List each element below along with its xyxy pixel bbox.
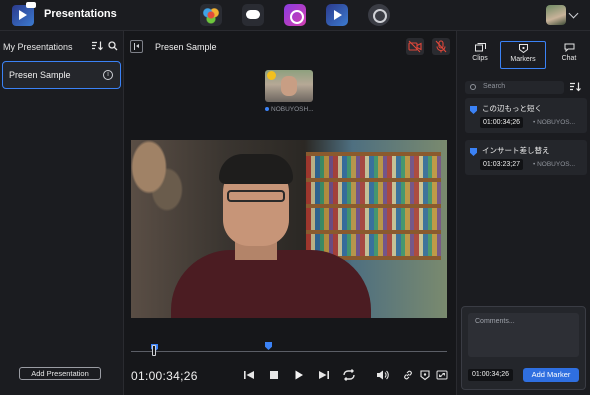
presentations-icon[interactable] [326,4,348,26]
comment-input[interactable]: Comments... [468,313,579,357]
link-icon[interactable] [402,369,414,381]
search-icon [470,84,476,90]
marker-item[interactable]: インサート差し替え 01:03:23;27 • NOBUYOS... [465,140,587,175]
marker-timecode[interactable]: 01:00:34;26 [480,117,523,128]
sidebar-item-presen-sample[interactable]: Presen Sample i [2,61,121,89]
playhead-handle[interactable] [152,345,156,356]
camera-off-icon [408,40,422,53]
right-panel: Clips Markers Chat Search この辺もっと短く 01:00… [456,31,590,395]
markers-icon [518,44,528,53]
add-presentation-button[interactable]: Add Presentation [19,367,101,380]
collapse-sidebar-icon[interactable] [130,40,143,53]
top-bar: Presentations [0,0,590,31]
loop-button[interactable] [342,368,356,382]
fullscreen-icon[interactable] [436,369,448,381]
comment-placeholder: Comments... [475,318,515,325]
tab-markers[interactable]: Markers [500,41,546,69]
mic-off-button[interactable] [432,38,450,55]
viewer-tools [402,369,448,381]
skip-forward-button[interactable] [317,368,331,382]
marker-title: インサート差し替え [482,146,550,155]
marker-icon [470,148,477,156]
chat-icon [564,43,574,52]
presentation-title: Presen Sample [155,42,217,52]
marker-title: この辺もっと短く [482,104,542,113]
info-icon[interactable]: i [103,70,113,80]
marker-item[interactable]: この辺もっと短く 01:00:34;26 • NOBUYOS... [465,98,587,133]
user-avatar[interactable] [546,5,566,25]
clips-icon [474,43,486,52]
app-switcher [200,4,390,26]
tab-markers-label: Markers [510,56,536,63]
skip-back-icon [244,371,254,379]
play-button[interactable] [292,368,306,382]
tab-clips[interactable]: Clips [457,41,503,69]
sidebar-item-label: Presen Sample [9,70,71,80]
marker-icon [470,106,477,114]
timeline-scrubber[interactable] [131,351,447,352]
video-player[interactable] [131,140,447,318]
play-icon [295,370,303,380]
search-placeholder: Search [483,83,506,90]
reaction-emoji-icon [267,71,276,80]
marker-author: • NOBUYOS... [533,119,576,126]
clock-icon[interactable] [368,4,390,26]
add-marker-button[interactable]: Add Marker [523,368,579,382]
marker-timecode[interactable]: 01:03:23;27 [480,159,523,170]
stop-button[interactable] [267,368,281,382]
marker-shield-icon[interactable] [419,369,431,381]
marker-author: • NOBUYOS... [533,161,576,168]
camera-app-icon[interactable] [284,4,306,26]
playback-controls [242,368,389,382]
app-title: Presentations [44,8,117,20]
current-timecode: 01:00:34;26 [131,369,198,383]
viewer-area: Presen Sample NOBUYOSH... 01:00:34;26 [124,31,456,395]
skip-forward-icon [319,371,329,379]
loop-icon [343,369,355,381]
presentations-app-icon [12,2,36,26]
chevron-down-icon[interactable] [568,8,579,19]
stop-icon [270,371,278,379]
tab-clips-label: Clips [472,55,488,62]
tab-chat-label: Chat [561,55,577,62]
presentations-sidebar: My Presentations Presen Sample i Add Pre… [0,31,124,395]
participant-name: NOBUYOSH... [265,106,314,113]
markers-search-input[interactable]: Search [465,81,564,94]
skip-back-button[interactable] [242,368,256,382]
cloud-icon[interactable] [242,4,264,26]
comment-composer: Comments... 01:00:34;26 Add Marker [461,306,586,390]
comment-timecode: 01:00:34;26 [468,369,513,381]
camera-off-button[interactable] [406,38,424,55]
volume-button[interactable] [375,368,389,382]
mic-off-icon [435,40,447,53]
volume-icon [377,370,389,380]
search-icon[interactable] [108,41,118,51]
davinci-resolve-icon[interactable] [200,4,222,26]
sort-icon[interactable] [570,82,581,92]
timeline-marker[interactable] [265,342,272,350]
sort-icon[interactable] [92,41,103,51]
tab-chat[interactable]: Chat [546,41,590,69]
sidebar-title: My Presentations [3,42,73,52]
